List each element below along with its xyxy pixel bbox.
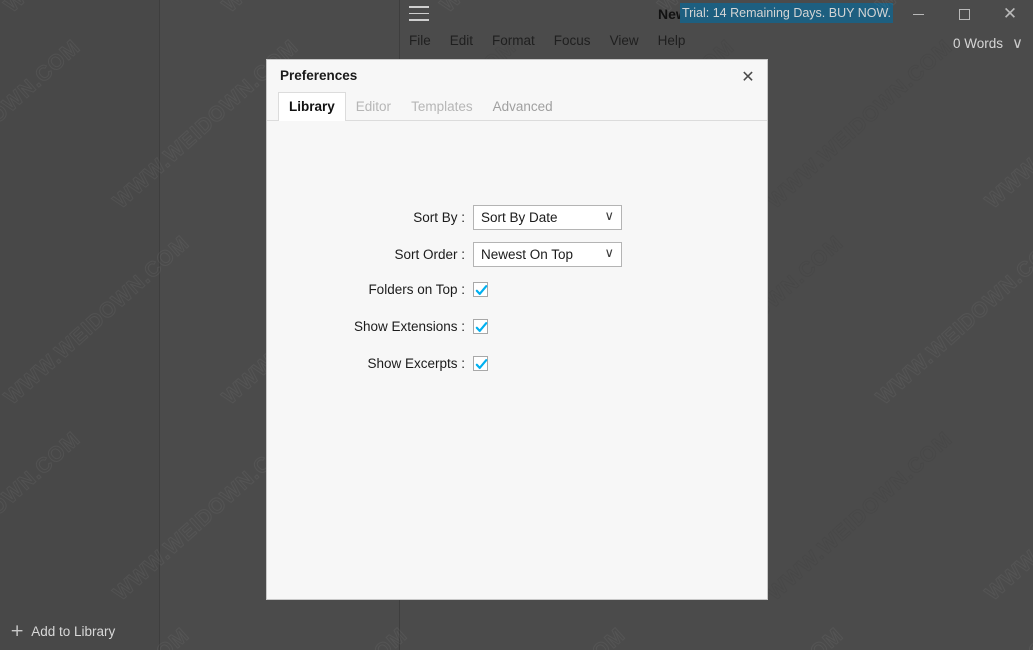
close-icon: ✕ — [1002, 3, 1018, 24]
sort-order-field-label: Sort Order : — [394, 247, 465, 262]
row-sort-order: Sort Order : Newest On Top ∨ — [267, 242, 767, 267]
menu-item-help[interactable]: Help — [658, 33, 686, 48]
plus-icon: + — [10, 621, 25, 641]
hamburger-line — [409, 6, 429, 8]
app-window: WWW.WEIDOWN.COMWWW.WEIDOWN.COMWWW.WEIDOW… — [0, 0, 1033, 650]
maximize-icon — [958, 8, 970, 20]
hamburger-line — [409, 19, 429, 21]
sort-order-select[interactable]: Newest On Top ∨ — [473, 242, 622, 267]
menu-item-view[interactable]: View — [610, 33, 639, 48]
sort-by-value: Sort By Date — [481, 210, 558, 225]
row-sort-by: Sort By : Sort By Date ∨ — [267, 205, 767, 230]
chevron-down-icon: ∨ — [604, 209, 614, 224]
minimize-button[interactable] — [895, 0, 941, 28]
word-count-label: 0 Words — [952, 35, 1004, 51]
add-to-library-button[interactable]: + Add to Library — [10, 623, 115, 640]
check-icon — [475, 285, 488, 295]
show-excerpts-label: Show Excerpts : — [367, 356, 465, 371]
preferences-dialog: Preferences ✕ Library Editor Templates A… — [266, 59, 768, 600]
show-extensions-label: Show Extensions : — [353, 319, 465, 334]
folders-on-top-checkbox[interactable] — [473, 282, 488, 297]
menu-item-format[interactable]: Format — [492, 33, 535, 48]
sort-order-value: Newest On Top — [481, 247, 574, 262]
tab-advanced[interactable]: Advanced — [483, 92, 563, 120]
show-excerpts-checkbox[interactable] — [473, 356, 488, 371]
word-count-dropdown[interactable]: 0 Words ∨ — [953, 34, 1023, 52]
tab-templates[interactable]: Templates — [401, 92, 483, 120]
minimize-icon — [912, 13, 924, 15]
row-folders-on-top: Folders on Top : — [267, 282, 767, 297]
chevron-down-icon: ∨ — [1012, 34, 1023, 52]
hamburger-icon[interactable] — [409, 6, 429, 22]
dialog-close-icon[interactable]: ✕ — [735, 64, 761, 88]
menu-item-file[interactable]: File — [409, 33, 431, 48]
dialog-titlebar: Preferences ✕ — [267, 60, 767, 92]
dialog-tabs: Library Editor Templates Advanced — [267, 92, 767, 121]
tab-editor[interactable]: Editor — [346, 92, 401, 120]
add-to-library-label: Add to Library — [31, 624, 116, 639]
menubar: File Edit Format Focus View Help — [409, 33, 685, 48]
maximize-button[interactable] — [941, 0, 987, 28]
dialog-title: Preferences — [280, 68, 358, 83]
tab-library[interactable]: Library — [278, 92, 346, 121]
row-show-excerpts: Show Excerpts : — [267, 356, 767, 371]
divider-library-list — [159, 0, 160, 650]
dialog-body: Sort By : Sort By Date ∨ Sort Order : Ne… — [267, 121, 767, 599]
sort-by-select[interactable]: Sort By Date ∨ — [473, 205, 622, 230]
folders-on-top-label: Folders on Top : — [368, 282, 465, 297]
check-icon — [475, 359, 488, 369]
show-extensions-checkbox[interactable] — [473, 319, 488, 334]
library-panel — [0, 0, 160, 650]
hamburger-line — [409, 12, 429, 15]
menu-item-edit[interactable]: Edit — [450, 33, 473, 48]
trial-banner[interactable]: Trial: 14 Remaining Days. BUY NOW. — [680, 3, 893, 23]
row-show-extensions: Show Extensions : — [267, 319, 767, 334]
check-icon — [475, 322, 488, 332]
menu-item-focus[interactable]: Focus — [554, 33, 591, 48]
close-window-button[interactable]: ✕ — [987, 0, 1033, 28]
chevron-down-icon: ∨ — [604, 246, 614, 261]
sort-by-field-label: Sort By : — [413, 210, 465, 225]
